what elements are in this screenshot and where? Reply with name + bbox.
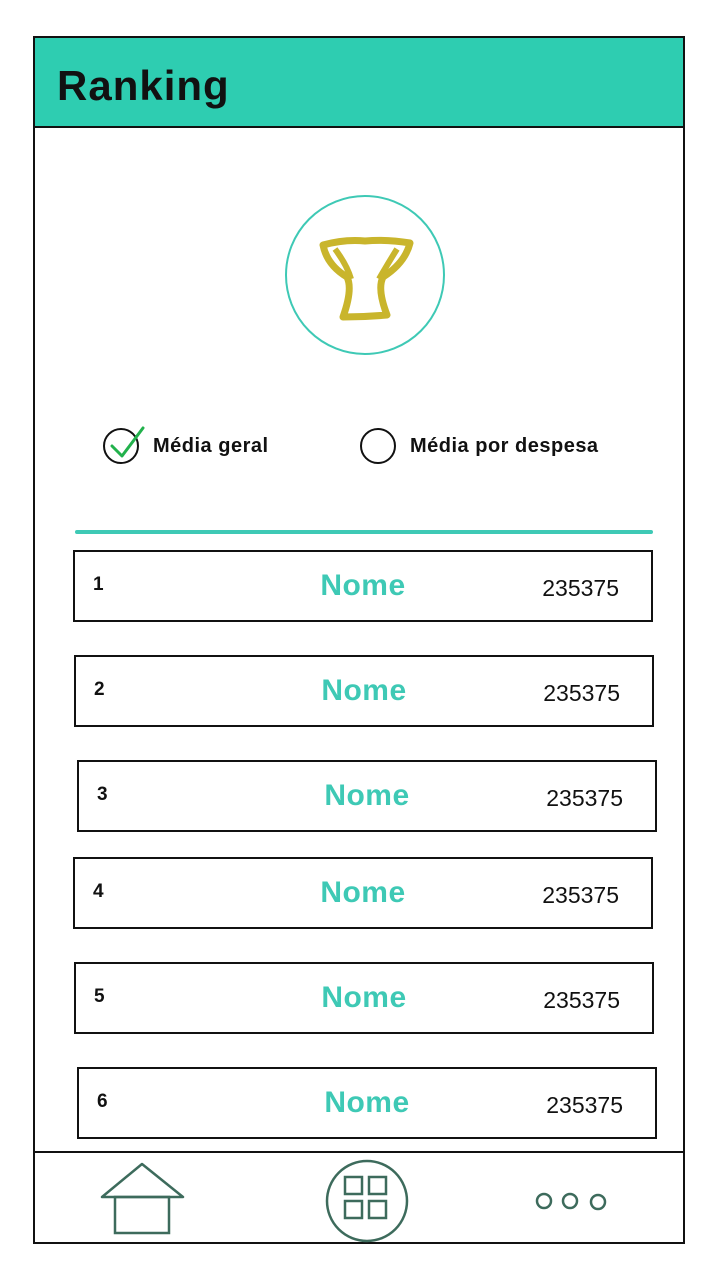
grid-icon [325, 1159, 409, 1243]
nav-home-button[interactable] [99, 1162, 187, 1243]
trophy-badge [285, 195, 445, 355]
ranking-row[interactable]: 6 Nome 235375 [77, 1067, 657, 1139]
rank-score: 235375 [543, 987, 620, 1013]
page-title: Ranking [57, 62, 230, 109]
rank-score: 235375 [546, 785, 623, 811]
home-icon [100, 1162, 185, 1235]
ranking-row[interactable]: 3 Nome 235375 [77, 760, 657, 832]
rank-score: 235375 [546, 1092, 623, 1118]
check-icon [110, 426, 145, 458]
bottom-nav [35, 1151, 683, 1244]
filter-label: Média geral [153, 434, 269, 457]
nav-more-button[interactable] [533, 1190, 613, 1219]
rank-score: 235375 [542, 882, 619, 908]
ranking-row[interactable]: 4 Nome 235375 [73, 857, 653, 929]
more-icon [535, 1192, 607, 1211]
filter-media-por-despesa[interactable]: Média por despesa [360, 426, 599, 466]
trophy-icon [319, 236, 414, 321]
filter-media-geral[interactable]: Média geral [103, 426, 269, 466]
app-frame: Ranking Média geral Média por despesa 1 … [33, 36, 685, 1244]
divider [75, 530, 653, 534]
rank-score: 235375 [542, 575, 619, 601]
nav-grid-button[interactable] [325, 1159, 409, 1248]
app-header: Ranking [35, 38, 683, 128]
ranking-row[interactable]: 2 Nome 235375 [74, 655, 654, 727]
rank-score: 235375 [543, 680, 620, 706]
filter-label: Média por despesa [410, 434, 599, 457]
ranking-row[interactable]: 5 Nome 235375 [74, 962, 654, 1034]
radio-checked[interactable] [103, 426, 145, 464]
radio-unchecked[interactable] [360, 428, 396, 464]
ranking-row[interactable]: 1 Nome 235375 [73, 550, 653, 622]
